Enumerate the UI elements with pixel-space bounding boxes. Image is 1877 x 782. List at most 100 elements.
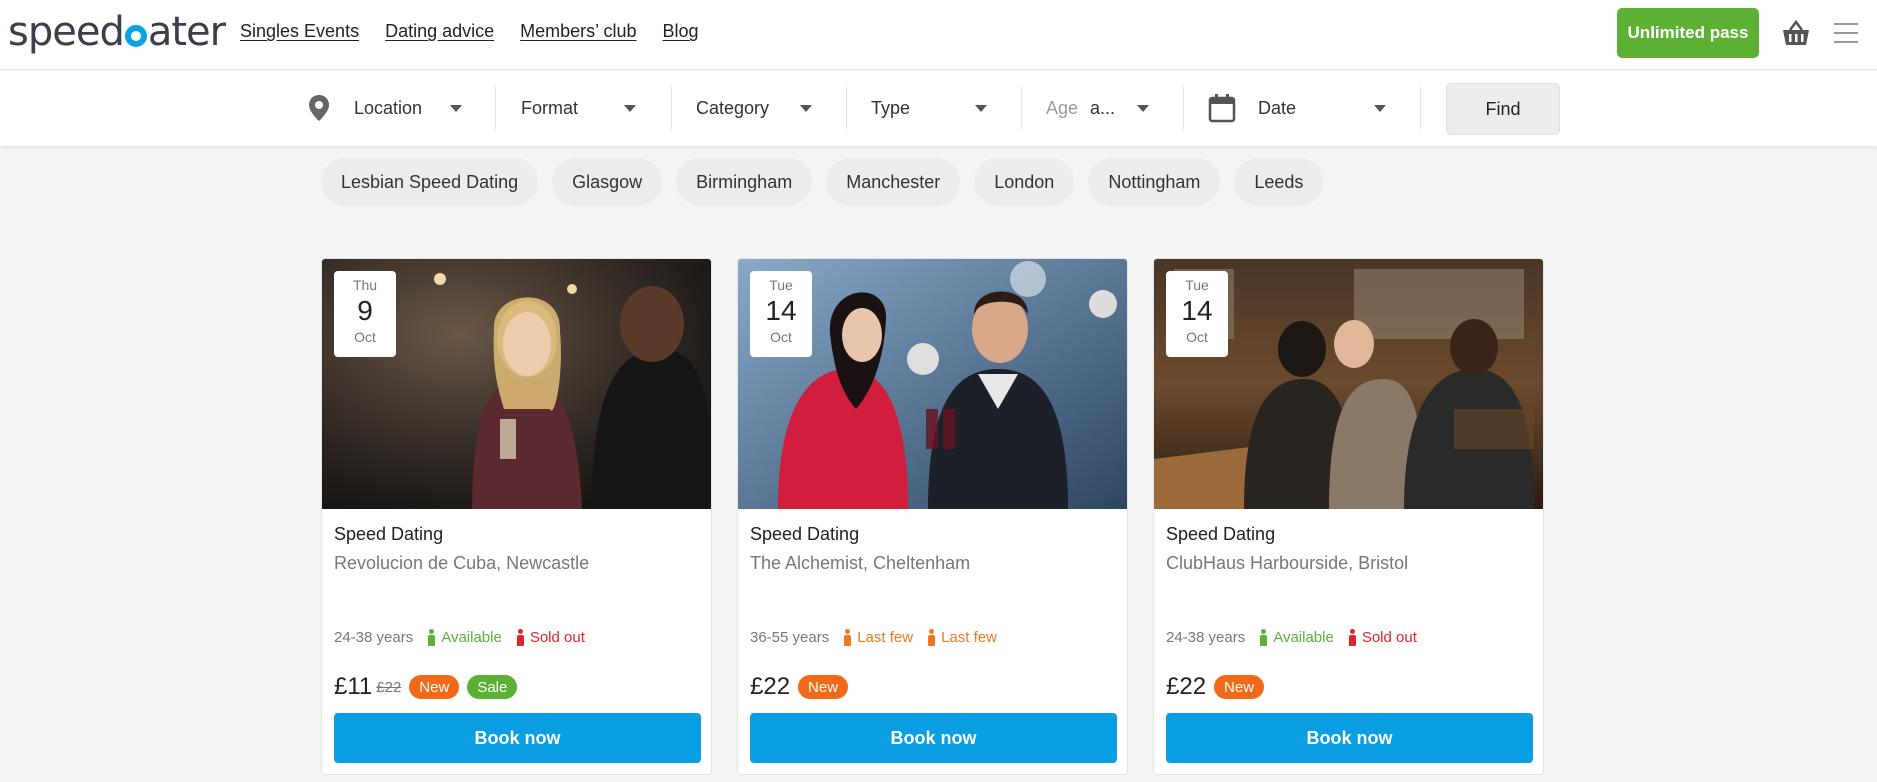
event-venue: The Alchemist, Cheltenham	[750, 553, 971, 573]
chevron-down-icon	[800, 105, 812, 112]
age-filter[interactable]: Age a...	[1046, 83, 1149, 133]
woman-icon	[927, 629, 936, 646]
event-card[interactable]: Tue 14 Oct Speed Dating The Alchemist, C…	[737, 258, 1128, 775]
age-value: a...	[1090, 97, 1116, 118]
main-nav: Singles Events Dating advice Members’ cl…	[240, 21, 699, 42]
type-filter[interactable]: Type	[871, 83, 987, 133]
divider	[671, 87, 672, 129]
format-label: Format	[521, 97, 579, 118]
women-availability: Sold out	[1348, 629, 1417, 646]
event-venue: ClubHaus Harbourside, Bristol	[1166, 553, 1409, 573]
chip-nottingham[interactable]: Nottingham	[1088, 158, 1221, 206]
event-meta: 36-55 years Last few Last few	[750, 629, 997, 646]
book-now-button[interactable]: Book now	[750, 713, 1117, 763]
event-month: Oct	[354, 329, 376, 345]
format-filter[interactable]: Format	[521, 83, 636, 133]
basket-icon[interactable]	[1780, 18, 1812, 48]
find-button[interactable]: Find	[1446, 83, 1560, 135]
man-icon	[1259, 629, 1268, 646]
category-label: Category	[696, 97, 770, 118]
women-availability-text: Last few	[941, 629, 997, 646]
chip-manchester[interactable]: Manchester	[826, 158, 961, 206]
event-age-range: 36-55 years	[750, 629, 830, 646]
women-availability-text: Sold out	[529, 629, 585, 646]
age-label: Age	[1046, 97, 1079, 118]
event-day: 14	[1181, 295, 1213, 326]
book-now-button[interactable]: Book now	[334, 713, 701, 763]
event-card[interactable]: Thu 9 Oct Speed Dating Revolucion de Cub…	[321, 258, 712, 775]
date-filter[interactable]: Date	[1208, 83, 1386, 133]
event-card[interactable]: Tue 14 Oct Speed Dating ClubHaus Harbour…	[1153, 258, 1544, 775]
event-price: £22 New	[750, 673, 849, 701]
old-price: £22	[376, 678, 402, 696]
divider	[846, 87, 847, 129]
price: £22	[1166, 673, 1207, 700]
event-title[interactable]: Speed Dating	[750, 524, 859, 545]
nav-dating-advice[interactable]: Dating advice	[385, 21, 494, 42]
woman-icon	[1348, 629, 1357, 646]
chip-birmingham[interactable]: Birmingham	[676, 158, 813, 206]
event-price: £11 £22 New Sale	[334, 673, 518, 701]
event-weekday: Tue	[769, 277, 793, 293]
sale-badge: Sale	[467, 675, 518, 699]
men-availability: Available	[427, 629, 502, 646]
book-now-button[interactable]: Book now	[1166, 713, 1533, 763]
location-label: Location	[354, 97, 423, 118]
man-icon	[427, 629, 436, 646]
new-badge: New	[798, 675, 849, 699]
event-age-range: 24-38 years	[1166, 629, 1246, 646]
chevron-down-icon	[1374, 105, 1386, 112]
event-weekday: Tue	[1185, 277, 1209, 293]
nav-singles-events[interactable]: Singles Events	[240, 21, 359, 42]
chip-leeds[interactable]: Leeds	[1234, 158, 1324, 206]
unlimited-pass-button[interactable]: Unlimited pass	[1617, 8, 1759, 58]
chip-lesbian-speed-dating[interactable]: Lesbian Speed Dating	[321, 158, 539, 206]
speeddater-logo[interactable]: speed ater	[8, 9, 226, 55]
chevron-down-icon	[450, 105, 462, 112]
event-meta: 24-38 years Available Sold out	[1166, 629, 1417, 646]
chip-glasgow[interactable]: Glasgow	[552, 158, 663, 206]
divider	[495, 87, 496, 129]
date-label: Date	[1258, 97, 1297, 118]
logo-dot-icon	[124, 25, 147, 47]
divider	[1183, 87, 1184, 129]
event-date-badge: Thu 9 Oct	[334, 271, 396, 357]
event-age-range: 24-38 years	[334, 629, 414, 646]
men-availability-text: Last few	[857, 629, 914, 646]
logo-text-end: ater	[147, 9, 226, 55]
nav-members-club[interactable]: Members’ club	[520, 21, 636, 42]
man-icon	[843, 629, 852, 646]
men-availability-text: Available	[441, 629, 502, 646]
divider	[1021, 87, 1022, 129]
hamburger-menu-icon[interactable]	[1834, 20, 1858, 46]
chip-london[interactable]: London	[974, 158, 1075, 206]
event-venue: Revolucion de Cuba, Newcastle	[334, 553, 590, 573]
calendar-icon	[1208, 94, 1236, 123]
search-filter-bar: Location Format Category Type Age a... D…	[0, 71, 1877, 146]
men-availability-text: Available	[1273, 629, 1334, 646]
event-day: 14	[765, 295, 797, 326]
divider	[1420, 87, 1421, 129]
chevron-down-icon	[1137, 105, 1149, 112]
men-availability: Available	[1259, 629, 1334, 646]
location-pin-icon	[309, 95, 329, 121]
event-title[interactable]: Speed Dating	[1166, 524, 1275, 545]
location-filter[interactable]: Location	[308, 83, 462, 133]
price: £11	[334, 673, 373, 700]
nav-blog[interactable]: Blog	[663, 21, 699, 42]
women-availability: Last few	[927, 629, 997, 646]
woman-icon	[516, 629, 525, 646]
women-availability: Sold out	[516, 629, 585, 646]
event-title[interactable]: Speed Dating	[334, 524, 443, 545]
category-filter[interactable]: Category	[696, 83, 812, 133]
new-badge: New	[409, 675, 460, 699]
price: £22	[750, 673, 791, 700]
event-date-badge: Tue 14 Oct	[1166, 271, 1228, 357]
event-weekday: Thu	[352, 277, 378, 293]
event-month: Oct	[770, 329, 792, 345]
type-label: Type	[871, 97, 911, 118]
event-price: £22 New	[1166, 673, 1265, 701]
logo-text-start: speed	[8, 9, 125, 55]
women-availability-text: Sold out	[1361, 629, 1417, 646]
event-month: Oct	[1186, 329, 1208, 345]
